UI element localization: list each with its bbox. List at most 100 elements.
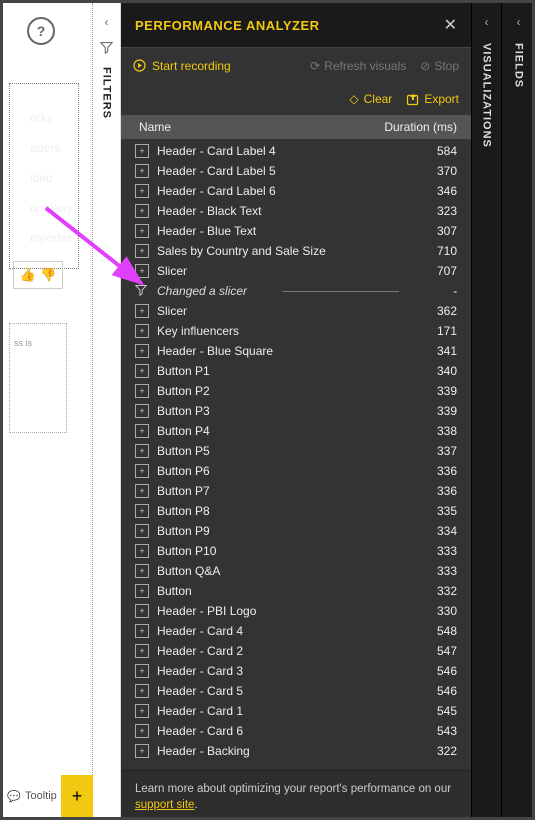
performance-row[interactable]: +Button P9334 [121,521,471,541]
expand-icon[interactable]: + [135,364,149,378]
visual-name: Header - Card 1 [157,704,407,718]
performance-row[interactable]: +Header - Blue Text307 [121,221,471,241]
expand-icon[interactable]: + [135,584,149,598]
expand-icon[interactable]: + [135,304,149,318]
performance-row[interactable]: +Header - Card Label 5370 [121,161,471,181]
clear-button[interactable]: ◇ Clear [349,92,392,106]
visual-name: Button P9 [157,524,407,538]
chevron-left-icon[interactable]: ‹ [485,15,489,29]
plus-icon: + [72,786,83,807]
performance-row[interactable]: +Header - Card 5546 [121,681,471,701]
report-canvas[interactable]: ? orks aders ideo ompany mporters 👍 👎 ss… [3,3,93,820]
expand-icon[interactable]: + [135,384,149,398]
feedback-buttons[interactable]: 👍 👎 [13,261,63,289]
performance-row[interactable]: +Header - Card 3546 [121,661,471,681]
performance-row[interactable]: +Header - Card 2547 [121,641,471,661]
expand-icon[interactable]: + [135,664,149,678]
thumbs-up-icon[interactable]: 👍 [20,267,36,283]
visual-duration: 338 [407,424,457,438]
visual-duration: 545 [407,704,457,718]
visualizations-pane-collapsed[interactable]: ‹ VISUALIZATIONS [471,3,501,820]
start-recording-button[interactable]: Start recording [133,59,231,73]
performance-row[interactable]: +Button P7336 [121,481,471,501]
add-page-button[interactable]: + [61,775,93,817]
fields-pane-collapsed[interactable]: ‹ FIELDS [501,3,535,820]
filters-pane-collapsed[interactable]: ‹ FILTERS [93,3,121,820]
expand-icon[interactable]: + [135,484,149,498]
col-duration: Duration (ms) [384,120,457,134]
visual-name: Button P8 [157,504,407,518]
performance-row[interactable]: +Button332 [121,581,471,601]
chevron-left-icon[interactable]: ‹ [517,15,521,29]
performance-row[interactable]: +Header - Blue Square341 [121,341,471,361]
canvas-visual-fragment: ss is [9,323,67,433]
performance-row[interactable]: +Button Q&A333 [121,561,471,581]
expand-icon[interactable]: + [135,744,149,758]
visual-name: Button [157,584,407,598]
performance-row[interactable]: +Button P10333 [121,541,471,561]
visual-duration: 548 [407,624,457,638]
performance-row[interactable]: +Button P8335 [121,501,471,521]
expand-icon[interactable]: + [135,264,149,278]
visual-duration: 543 [407,724,457,738]
expand-icon[interactable]: + [135,184,149,198]
expand-icon[interactable]: + [135,164,149,178]
expand-icon[interactable]: + [135,424,149,438]
expand-icon[interactable]: + [135,444,149,458]
visual-name: Header - PBI Logo [157,604,407,618]
performance-row[interactable]: +Header - Card Label 6346 [121,181,471,201]
close-icon[interactable]: ✕ [444,15,457,35]
visual-name: Key influencers [157,324,407,338]
performance-row[interactable]: +Header - Card Label 4584 [121,141,471,161]
visual-duration: 710 [407,244,457,258]
performance-row[interactable]: +Button P4338 [121,421,471,441]
clear-label: Clear [364,92,393,106]
expand-icon[interactable]: + [135,464,149,478]
visual-name: Slicer [157,304,407,318]
visual-duration: 323 [407,204,457,218]
performance-row[interactable]: +Button P2339 [121,381,471,401]
performance-row[interactable]: +Button P5337 [121,441,471,461]
performance-row[interactable]: +Header - Backing322 [121,741,471,761]
performance-row[interactable]: +Slicer707 [121,261,471,281]
performance-list[interactable]: +Header - Card Label 4584+Header - Card … [121,139,471,770]
performance-row[interactable]: +Key influencers171 [121,321,471,341]
play-icon [133,59,146,72]
page-tab-tooltip[interactable]: 💬 Tooltip [3,775,61,817]
column-header: Name Duration (ms) [121,115,471,139]
expand-icon[interactable]: + [135,684,149,698]
expand-icon[interactable]: + [135,604,149,618]
expand-icon[interactable]: + [135,344,149,358]
help-icon[interactable]: ? [27,17,55,45]
expand-icon[interactable]: + [135,544,149,558]
expand-icon[interactable]: + [135,644,149,658]
expand-icon[interactable]: + [135,524,149,538]
expand-icon[interactable]: + [135,404,149,418]
expand-icon[interactable]: + [135,144,149,158]
expand-icon[interactable]: + [135,564,149,578]
support-link[interactable]: support site [135,799,194,811]
expand-icon[interactable]: + [135,224,149,238]
expand-icon[interactable]: + [135,504,149,518]
expand-icon[interactable]: + [135,624,149,638]
expand-icon[interactable]: + [135,204,149,218]
performance-row[interactable]: + Header - Card 1545 [121,701,471,721]
performance-row[interactable]: +Header - Card 6543 [121,721,471,741]
performance-row[interactable]: +Button P3339 [121,401,471,421]
performance-row[interactable]: +Header - Black Text323 [121,201,471,221]
performance-row[interactable]: +Header - Card 4548 [121,621,471,641]
expand-icon[interactable]: + [135,704,149,718]
export-button[interactable]: Export [406,92,459,106]
chevron-left-icon[interactable]: ‹ [105,15,109,29]
expand-icon[interactable]: + [135,244,149,258]
performance-row[interactable]: +Button P1340 [121,361,471,381]
expand-icon[interactable]: + [135,324,149,338]
performance-row[interactable]: +Sales by Country and Sale Size710 [121,241,471,261]
performance-row[interactable]: +Button P6336 [121,461,471,481]
frag-text: ss is [14,338,32,348]
thumbs-down-icon[interactable]: 👎 [40,267,56,283]
expand-icon[interactable]: + [135,724,149,738]
visual-duration: 336 [407,464,457,478]
performance-row[interactable]: +Slicer362 [121,301,471,321]
performance-row[interactable]: +Header - PBI Logo330 [121,601,471,621]
